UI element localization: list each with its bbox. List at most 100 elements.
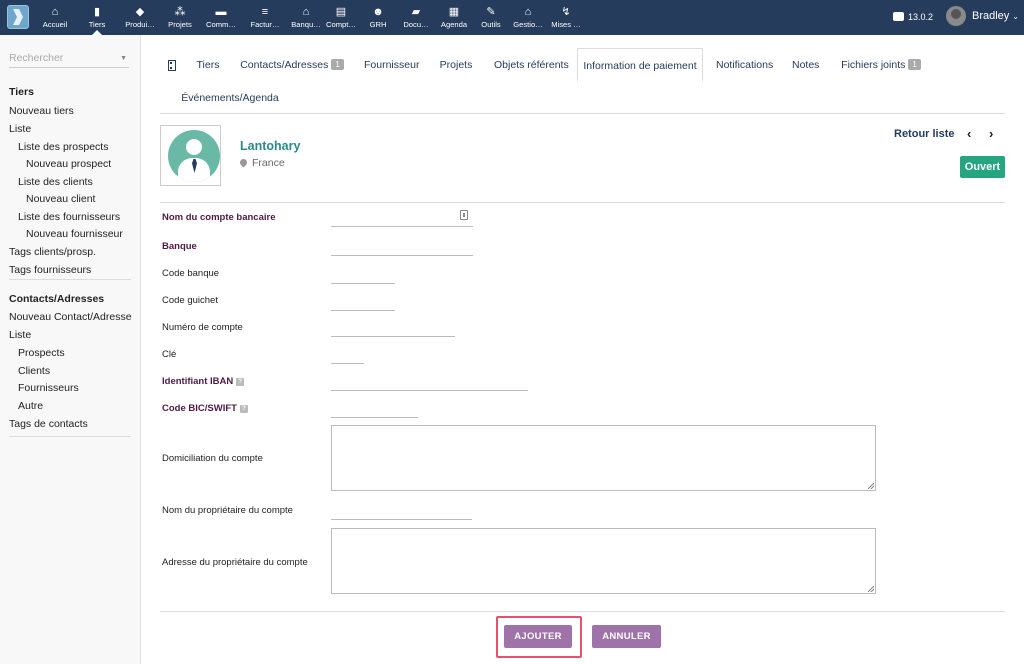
text-input-field[interactable] [331, 255, 473, 256]
module-cube[interactable]: ◆ Produi… [118, 0, 162, 35]
textarea-field[interactable] [331, 528, 876, 594]
module-label: Accueil [42, 20, 68, 29]
tab-objets-referents[interactable]: Objets référents [494, 48, 569, 81]
text-input-field[interactable] [331, 390, 528, 391]
thirdparty-banner: Lantohary France Retour liste ‹ › Ouvert [160, 125, 1005, 203]
field-label-text: Code guichet [162, 295, 218, 306]
sidebar-item[interactable]: Nouveau fournisseur [26, 228, 123, 240]
field-label: Identifiant IBAN? [162, 376, 245, 387]
field-label: Code BIC/SWIFT? [162, 403, 248, 414]
tab-fournisseur[interactable]: Fournisseur [364, 48, 420, 81]
help-icon[interactable]: ? [236, 378, 245, 386]
status-badge: Ouvert [960, 156, 1005, 178]
tab-label: Contacts/Adresses [240, 59, 329, 71]
module-label: Mises … [551, 20, 581, 29]
field-label: Nom du compte bancaire [162, 212, 276, 223]
sidebar-item[interactable]: Nouveau prospect [26, 158, 111, 170]
sidebar-divider [9, 436, 131, 437]
sidebar-item[interactable]: Liste [9, 123, 31, 135]
text-input-field[interactable] [331, 310, 395, 311]
field-label-text: Adresse du propriétaire du compte [162, 557, 308, 568]
left-sidebar: Rechercher ▼ Tiers Nouveau tiers Liste Liste… [0, 35, 141, 664]
field-label-text: Domiciliation du compte [162, 453, 263, 464]
field-label-text: Clé [162, 349, 177, 360]
company-country: France [238, 157, 285, 169]
sidebar-item[interactable]: Nouveau client [26, 193, 95, 205]
text-input-field[interactable] [331, 336, 455, 337]
next-record-icon[interactable]: › [989, 126, 993, 141]
textarea-field[interactable] [331, 425, 876, 491]
sidebar-item[interactable]: Prospects [18, 347, 65, 359]
field-label: Adresse du propriétaire du compte [162, 557, 308, 568]
count-badge: 1 [908, 59, 921, 70]
tab-bar: Tiers Contacts/Adresses 1 Fournisseur Projet… [160, 48, 1005, 114]
user-menu[interactable]: Bradley ⌄ [946, 6, 1019, 28]
sidebar-item[interactable]: Fournisseurs [18, 382, 79, 394]
sidebar-item[interactable]: Liste des prospects [18, 141, 108, 153]
update-icon: ↯ [561, 6, 571, 18]
tab-notifications[interactable]: Notifications [716, 48, 774, 81]
module-suitcase[interactable]: ▬ Comm… [199, 0, 243, 35]
module-money[interactable]: ≡ Factur… [243, 0, 287, 35]
cancel-button[interactable]: ANNULER [592, 625, 661, 648]
sidebar-item[interactable]: Nouveau tiers [9, 105, 74, 117]
text-input-field[interactable] [331, 363, 364, 364]
module-building[interactable]: ▮ Tiers [75, 0, 119, 35]
sidebar-item[interactable]: Liste des clients [18, 176, 93, 188]
field-label: Banque [162, 241, 197, 252]
tab-label: Information de paiement [583, 60, 697, 72]
sidebar-item[interactable]: Liste [9, 329, 31, 341]
user-placeholder-icon [168, 130, 220, 182]
text-input-field[interactable] [331, 519, 472, 520]
sidebar-item[interactable]: Tags clients/prosp. [9, 246, 96, 258]
sidebar-item[interactable]: Tags fournisseurs [9, 264, 91, 276]
tab-contacts-adresses[interactable]: Contacts/Adresses 1 [240, 48, 344, 81]
text-input-field[interactable] [331, 417, 418, 418]
tab-label: Notifications [716, 59, 774, 71]
tab-fichiers-joints[interactable]: Fichiers joints 1 [840, 48, 922, 81]
tab-projets[interactable]: Projets [439, 48, 473, 81]
module-label: Factur… [250, 20, 280, 29]
back-to-list-link[interactable]: Retour liste [894, 128, 955, 140]
field-label-text: Code BIC/SWIFT [162, 403, 237, 414]
field-label: Code banque [162, 268, 219, 279]
tab-evenements-agenda[interactable]: Événements/Agenda [176, 81, 284, 114]
field-label-text: Banque [162, 241, 197, 252]
text-input-field[interactable] [331, 283, 395, 284]
tab-information-de-paiement[interactable]: Information de paiement [577, 48, 703, 82]
module-sitemap[interactable]: ⁂ Projets [158, 0, 202, 35]
printer-icon[interactable] [893, 12, 904, 21]
chevron-down-icon[interactable]: ⌄ [1012, 12, 1019, 21]
count-badge: 1 [331, 59, 344, 70]
sidebar-item[interactable]: Autre [18, 400, 43, 412]
money-icon: ≡ [261, 6, 269, 18]
tab-label: Projets [439, 59, 473, 71]
country-label: France [252, 157, 285, 169]
sidebar-item[interactable]: Tags de contacts [9, 418, 88, 430]
search-input[interactable]: Rechercher ▼ [9, 52, 129, 68]
app-logo-icon[interactable] [7, 5, 29, 29]
field-label-text: Nom du propriétaire du compte [162, 505, 293, 516]
keyboard-icon[interactable] [460, 210, 468, 220]
sidebar-item[interactable]: Liste des fournisseurs [18, 211, 120, 223]
module-label: Projets [168, 20, 192, 29]
sidebar-item[interactable]: Clients [18, 365, 50, 377]
help-icon[interactable]: ? [239, 405, 248, 413]
tab-notes[interactable]: Notes [792, 48, 819, 81]
tab-label: Fournisseur [364, 59, 420, 71]
sidebar-section-title[interactable]: Contacts/Adresses [9, 293, 104, 305]
building-icon[interactable] [168, 60, 176, 71]
caret-down-icon[interactable]: ▼ [120, 55, 127, 62]
map-marker-icon [238, 157, 249, 168]
module-home[interactable]: ⌂ Accueil [33, 0, 77, 35]
sidebar-item[interactable]: Nouveau Contact/Adresse [9, 311, 132, 323]
module-update[interactable]: ↯ Mises … [544, 0, 588, 35]
avatar[interactable] [946, 6, 966, 26]
version-info[interactable]: 13.0.2 [893, 12, 933, 22]
top-navigation-bar: ⌂ Accueil ▮ Tiers ◆ Produi… ⁂ Projets ▬ Comm… ≡ Fac… [0, 0, 1024, 35]
module-label: Comm… [206, 20, 236, 29]
sidebar-section-title[interactable]: Tiers [9, 86, 34, 98]
tab-tiers[interactable]: Tiers [196, 48, 220, 81]
text-input-field[interactable] [331, 226, 473, 227]
previous-record-icon[interactable]: ‹ [967, 126, 971, 141]
